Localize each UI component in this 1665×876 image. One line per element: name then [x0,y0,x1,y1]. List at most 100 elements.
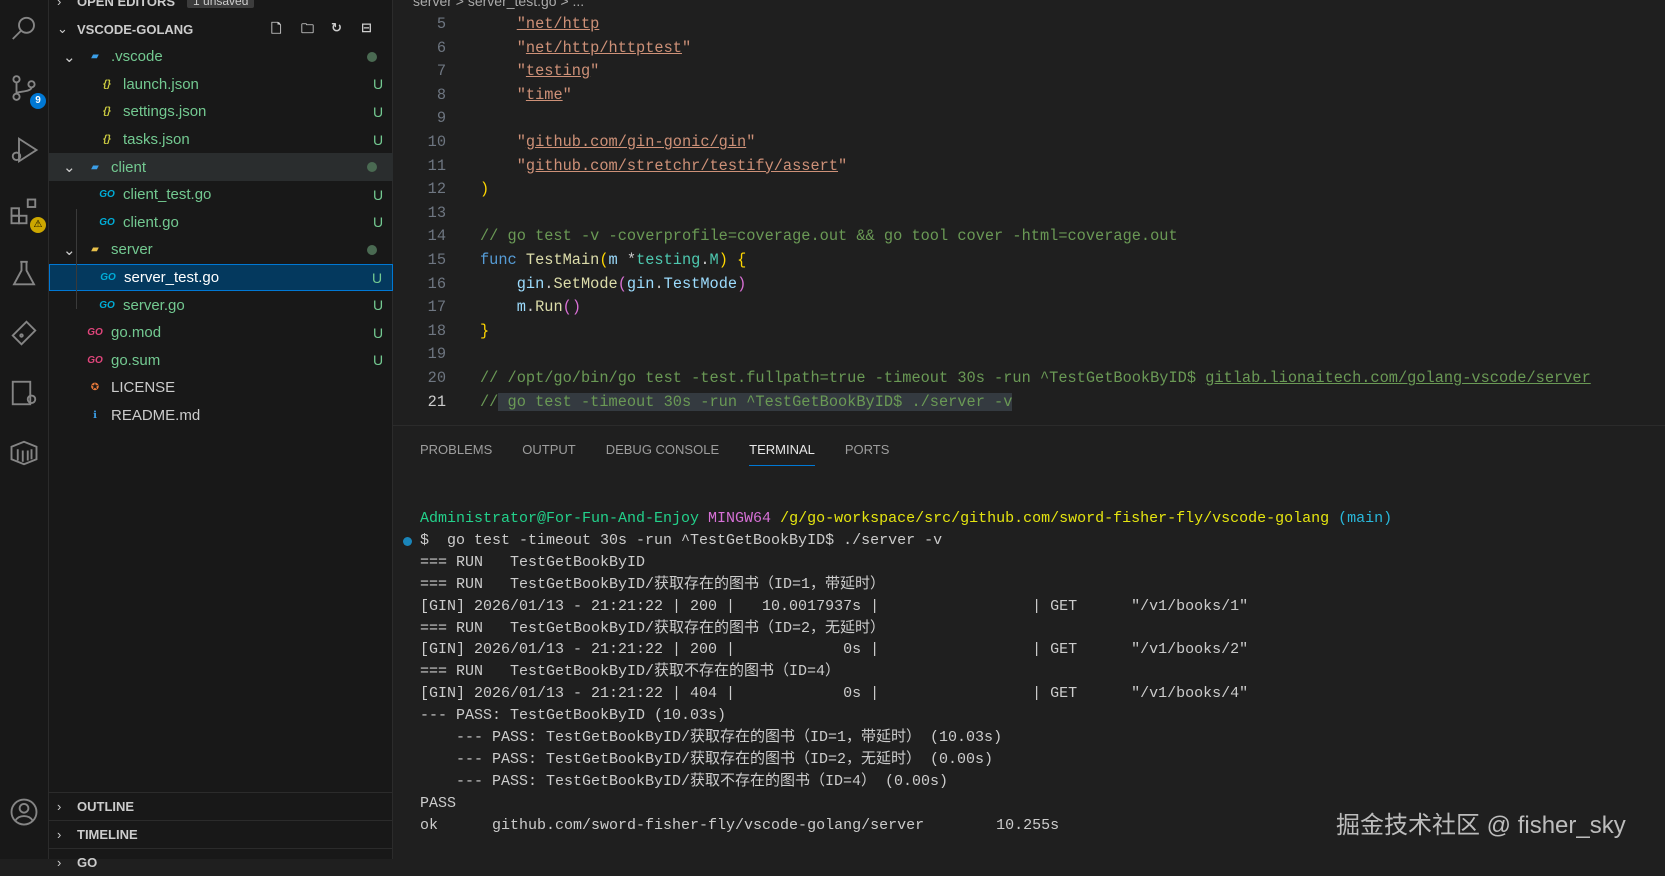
tree-item-launch-json[interactable]: {} launch.json U [49,71,393,99]
code-token: // [480,392,499,411]
tree-item-label: server_test.go [124,269,220,287]
tree-item-label: server [111,241,153,259]
line-number: 14 [427,227,446,246]
license-icon: ✪ [90,382,100,394]
json-icon: {} [103,106,111,118]
tab-output[interactable]: OUTPUT [522,438,575,466]
git-status-badge: U [372,352,384,369]
go-mod-icon: GO [87,354,103,366]
tree-item-client-go[interactable]: GO client.go U [49,209,393,237]
tree-item-label: LICENSE [111,379,176,397]
new-folder-icon[interactable]: 🗀 [301,20,319,38]
terminal-text: === RUN TestGetBookByID [420,553,646,571]
line-number: 5 [436,15,446,33]
tree-item-client[interactable]: ⌄ ▰ client [49,153,393,181]
flask-icon[interactable] [9,318,39,348]
search-icon[interactable] [9,14,39,44]
tree-item-tasks-json[interactable]: {} tasks.json U [49,126,393,154]
refresh-icon[interactable]: ↻ [331,20,349,38]
new-file-icon[interactable]: 🗋 [271,20,289,38]
run-debug-icon[interactable] [9,135,39,165]
code-editor[interactable]: server > server_test.go > ... 5 "net/htt… [393,0,1665,425]
tab-debug-console[interactable]: DEBUG CONSOLE [606,438,719,466]
terminal-output[interactable]: Administrator@For-Fun-And-Enjoy MINGW64 … [420,508,1392,837]
code-line: // go test -timeout 30s -run ^TestGetBoo… [480,392,1013,411]
tree-item-go-sum[interactable]: GO go.sum U [49,347,393,375]
outline-header[interactable]: › OUTLINE [49,792,393,820]
folder-server-icon: ▰ [91,244,99,256]
watermark: 掘金技术社区 @ fisher_sky [1336,812,1626,839]
remote-explorer-icon[interactable] [9,378,39,408]
code-token: TestMain [525,251,600,269]
git-status-badge: U [372,214,384,231]
tree-item-readme-md[interactable]: ℹ README.md [49,402,393,430]
container-icon[interactable] [9,438,39,468]
terminal-text: ok github.com/sword-fisher-fly/vscode-go… [420,816,1060,834]
code-token: . [700,251,710,269]
bottom-panel: PROBLEMS OUTPUT DEBUG CONSOLE TERMINAL PORTS… [393,425,1665,859]
code-token: m [480,298,526,317]
breadcrumb[interactable]: server > server_test.go > ... [413,0,584,9]
code-token: ) [718,251,728,269]
code-token: gitlab.lionaitech.com/golang-vscode/serv… [1205,369,1591,387]
line-number: 15 [427,251,446,269]
tree-item-license[interactable]: ✪ LICENSE [49,374,393,402]
terminal-text: Administrator@For-Fun-And-Enjoy [420,510,709,527]
command-decoration-icon[interactable] [403,537,412,546]
workspace-header[interactable]: ⌄ VSCODE-GOLANG 🗋 🗀 ↻ ⊟ [49,15,393,43]
tree-item-client-test-go[interactable]: GO client_test.go U [49,181,393,209]
scm-badge: 9 [30,93,46,109]
tree-item-label: README.md [111,407,201,425]
line-number: 8 [436,85,446,104]
tree-item--vscode[interactable]: ⌄ ▰ .vscode [49,43,393,71]
terminal-line: --- PASS: TestGetBookByID/获取存在的图书（ID=2，无… [420,749,1392,771]
chevron-down-icon: ⌄ [63,48,76,66]
outline-label: OUTLINE [77,799,135,814]
code-line: "time" [480,86,572,104]
json-icon: {} [103,134,111,146]
timeline-header[interactable]: › TIMELINE [49,820,393,848]
code-token: " [746,133,756,151]
code-token: " [681,38,692,57]
code-token: } [480,321,490,340]
source-control-icon[interactable]: 9 [9,73,46,109]
terminal-text: [GIN] 2026/01/13 - 21:21:22 | 200 | 0s |… [420,641,1249,659]
tree-item-server-go[interactable]: GO server.go U [49,291,393,319]
line-number: 12 [427,180,446,199]
testing-icon[interactable] [9,258,39,288]
tree-item-settings-json[interactable]: {} settings.json U [49,98,393,126]
git-status-badge: U [372,76,384,93]
terminal-line: === RUN TestGetBookByID/获取存在的图书（ID=1，带延时… [420,574,1392,596]
tree-item-server-test-go[interactable]: GO server_test.go U [49,263,393,292]
panel-tabs: PROBLEMS OUTPUT DEBUG CONSOLE TERMINAL PORTS [420,438,889,466]
line-number: 6 [436,38,446,57]
go-header[interactable]: › GO [49,848,393,876]
tab-problems[interactable]: PROBLEMS [420,438,492,466]
terminal-text: --- PASS: TestGetBookByID/获取存在的图书（ID=2，无… [420,750,994,768]
code-token: . [654,274,664,293]
account-icon[interactable] [9,797,39,827]
modified-dot-icon [367,244,377,255]
code-token: TestMode [663,274,738,293]
open-editors-header[interactable]: › OPEN EDITORS 1 unsaved [49,0,393,15]
tab-terminal[interactable]: TERMINAL [749,438,815,466]
code-token: gin [480,274,545,293]
extensions-icon[interactable]: ⚠ [9,197,46,233]
timeline-label: TIMELINE [77,827,138,842]
collapse-all-icon[interactable]: ⊟ [361,20,379,38]
git-status-badge: U [372,131,384,148]
tree-item-go-mod[interactable]: GO go.mod U [49,319,393,347]
code-line: "github.com/gin-gonic/gin" [480,133,756,151]
code-line: // /opt/go/bin/go test -test.fullpath=tr… [480,369,1591,387]
line-number: 18 [427,321,446,340]
warning-badge: ⚠ [30,217,46,233]
code-token: gin [626,274,655,293]
activity-bar: 9 ⚠ [0,0,49,859]
code-token: // go test -v -coverprofile=coverage.out… [480,227,1178,246]
tree-item-server[interactable]: ⌄ ▰ server [49,236,393,264]
code-line: func TestMain(m *testing.M) { [480,251,746,269]
tab-ports[interactable]: PORTS [845,438,890,466]
go-file-icon: GO [100,272,116,284]
chevron-right-icon: › [57,799,62,814]
terminal-line: $ go test -timeout 30s -run ^TestGetBook… [420,530,1392,552]
